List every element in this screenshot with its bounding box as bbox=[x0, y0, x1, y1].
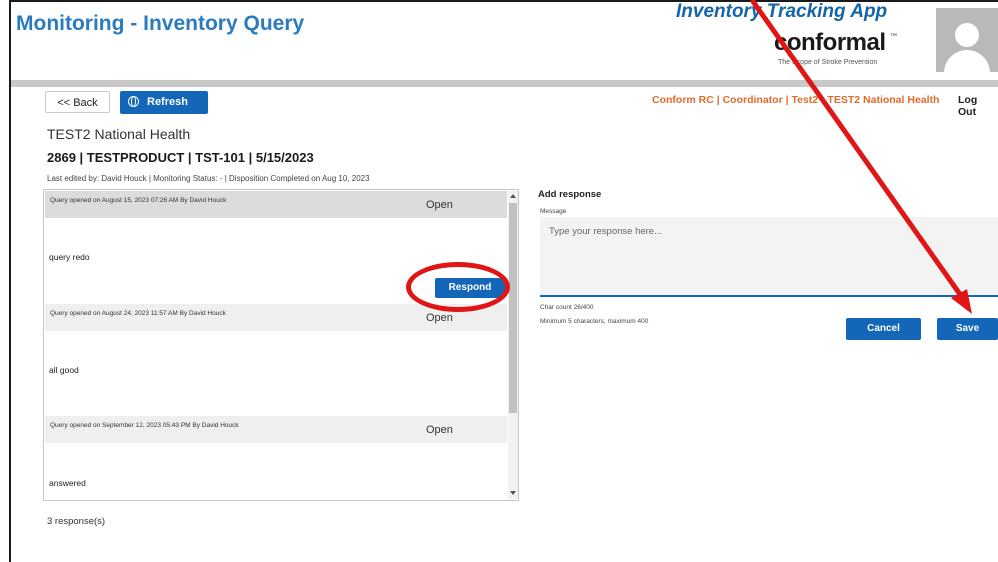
query-body: query redo bbox=[49, 252, 90, 262]
avatar-head bbox=[955, 23, 979, 47]
refresh-label: Refresh bbox=[147, 96, 188, 108]
query-meta: Query opened on August 24, 2023 11:57 AM… bbox=[50, 310, 226, 317]
query-header: Query opened on September 12, 2023 05:43… bbox=[45, 416, 507, 443]
message-placeholder: Type your response here... bbox=[549, 226, 663, 237]
page-title: Monitoring - Inventory Query bbox=[16, 12, 305, 35]
avatar-placeholder-icon[interactable] bbox=[936, 8, 998, 72]
logout-link[interactable]: Log Out bbox=[958, 94, 998, 118]
conformal-logo: conformal ™ The Scope of Stroke Preventi… bbox=[774, 29, 934, 71]
response-count: 3 response(s) bbox=[47, 516, 106, 527]
annotation-circle bbox=[406, 262, 510, 312]
add-response-heading: Add response bbox=[538, 189, 602, 200]
query-header: Query opened on August 15, 2023 07:26 AM… bbox=[45, 191, 507, 218]
product-line: 2869 | TESTPRODUCT | TST-101 | 5/15/2023 bbox=[47, 150, 314, 165]
query-status: Open bbox=[426, 424, 453, 436]
back-button[interactable]: << Back bbox=[45, 91, 110, 113]
scroll-down-arrow-icon[interactable] bbox=[510, 491, 516, 495]
char-count: Char count 26/400 bbox=[540, 304, 594, 311]
avatar-body bbox=[944, 50, 990, 72]
query-status: Open bbox=[426, 199, 453, 211]
length-hint: Minimum 5 characters, maximum 400 bbox=[540, 318, 649, 325]
refresh-button[interactable]: Refresh bbox=[120, 91, 208, 114]
user-info: Conform RC | Coordinator | Test2 - TEST2… bbox=[652, 94, 940, 106]
site-name: TEST2 National Health bbox=[47, 126, 191, 142]
scrollbar-thumb[interactable] bbox=[509, 203, 517, 413]
header-divider bbox=[11, 80, 998, 87]
message-label: Message bbox=[540, 208, 567, 215]
globe-icon bbox=[128, 96, 139, 107]
query-meta: Query opened on September 12, 2023 05:43… bbox=[50, 422, 239, 429]
query-list-scrollbar[interactable] bbox=[508, 191, 518, 499]
scroll-up-arrow-icon[interactable] bbox=[510, 194, 516, 198]
query-list-panel[interactable]: Query opened on August 15, 2023 07:26 AM… bbox=[43, 189, 519, 501]
logo-tagline: The Scope of Stroke Prevention bbox=[778, 59, 878, 66]
app-title: Inventory Tracking App bbox=[676, 1, 888, 22]
response-message-textarea[interactable]: Type your response here... bbox=[540, 217, 998, 297]
query-body: all good bbox=[49, 365, 79, 375]
logo-trademark: ™ bbox=[890, 33, 897, 40]
query-body: answered bbox=[49, 478, 86, 488]
query-status: Open bbox=[426, 312, 453, 324]
logo-wordmark: conformal bbox=[774, 29, 886, 56]
save-button[interactable]: Save bbox=[937, 318, 998, 340]
query-meta: Query opened on August 15, 2023 07:26 AM… bbox=[50, 197, 227, 204]
cancel-button[interactable]: Cancel bbox=[846, 318, 921, 340]
last-edited-info: Last edited by: David Houck | Monitoring… bbox=[47, 174, 370, 183]
